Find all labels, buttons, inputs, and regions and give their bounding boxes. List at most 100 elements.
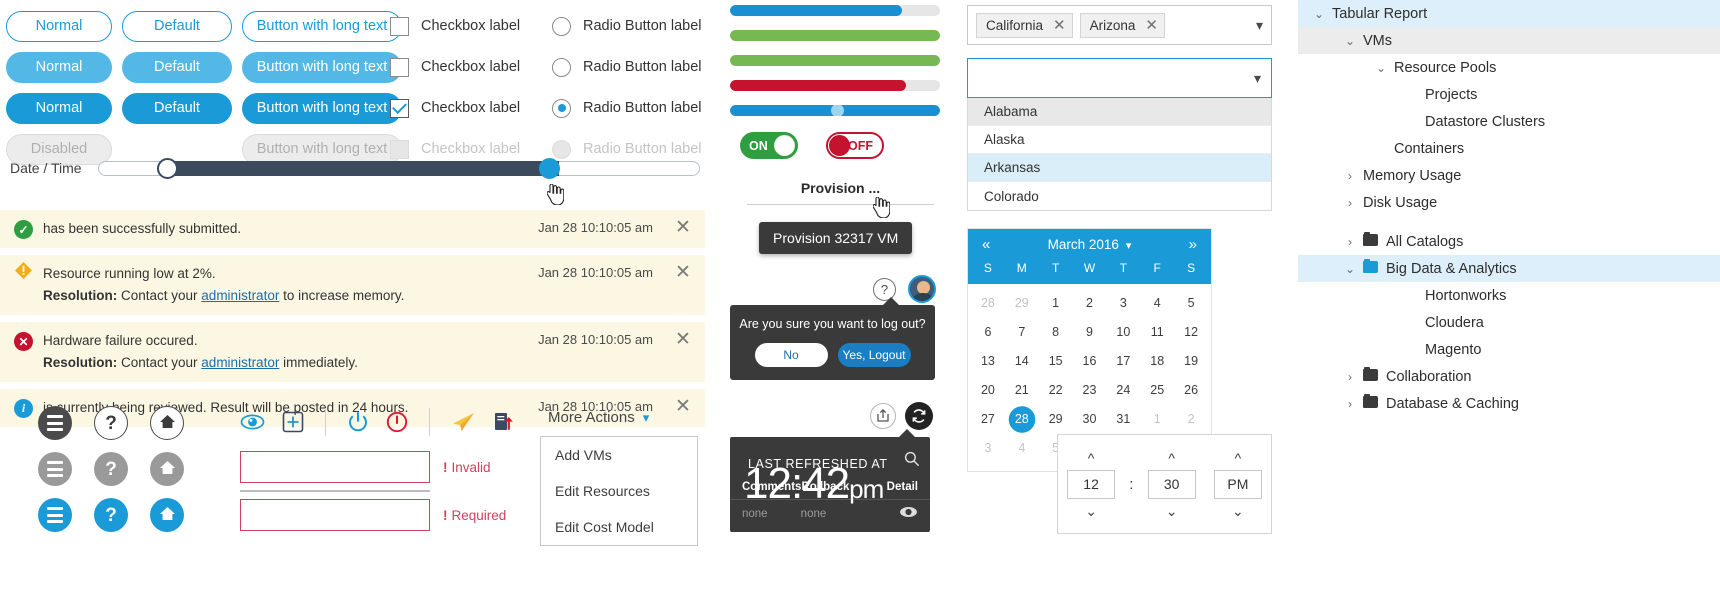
calendar-day[interactable]: 9 — [1073, 318, 1107, 347]
menu-item[interactable]: Edit Cost Model — [541, 509, 697, 545]
button-hover-0[interactable]: Normal — [6, 51, 112, 83]
calendar-day[interactable]: 20 — [971, 376, 1005, 405]
checkbox-input[interactable] — [390, 57, 409, 77]
calendar-day[interactable]: 1 — [1140, 405, 1174, 434]
select-field-open[interactable]: ▾ — [967, 58, 1272, 98]
button-outline-1[interactable]: Default — [122, 10, 232, 42]
calendar-day[interactable]: 28 — [971, 289, 1005, 318]
logout-no-button[interactable]: No — [754, 343, 828, 367]
chevron-down-icon[interactable]: ⌄ — [1166, 504, 1178, 518]
close-icon[interactable]: ✕ — [1053, 18, 1066, 33]
calendar-day[interactable]: 24 — [1106, 376, 1140, 405]
calendar-day[interactable]: 1 — [1039, 289, 1073, 318]
tree-item-memory-usage[interactable]: › Memory Usage — [1298, 162, 1720, 189]
chevron-right-icon[interactable]: › — [1343, 235, 1357, 249]
chevron-right-icon[interactable]: › — [1343, 370, 1357, 384]
select-option[interactable]: Alaska — [968, 126, 1271, 154]
tree-item-database-caching[interactable]: › Database & Caching — [1298, 390, 1720, 417]
tree-item-magento[interactable]: Magento — [1298, 336, 1720, 363]
minute-input[interactable]: 30 — [1147, 469, 1196, 499]
multi-select-field[interactable]: California ✕ Arizona ✕ ▾ — [967, 5, 1272, 45]
calendar-month-title[interactable]: March 2016 ▾ — [1048, 237, 1132, 252]
calendar-day[interactable]: 13 — [971, 347, 1005, 376]
calendar-day[interactable]: 11 — [1140, 318, 1174, 347]
progress-handle[interactable] — [830, 105, 844, 116]
radio-input[interactable] — [552, 16, 571, 36]
calendar-day[interactable]: 29 — [1005, 289, 1039, 318]
chevron-up-icon[interactable]: ^ — [1235, 451, 1242, 465]
checkbox-input[interactable] — [390, 16, 409, 36]
close-icon[interactable]: ✕ — [1145, 18, 1158, 33]
tree-item-collaboration[interactable]: › Collaboration — [1298, 363, 1720, 390]
button-hover-1[interactable]: Default — [122, 51, 232, 83]
menu-item[interactable]: Add VMs — [541, 437, 697, 473]
tree-item-vms[interactable]: ⌄ VMs — [1298, 27, 1720, 54]
hamburger-menu-icon[interactable] — [38, 498, 72, 532]
text-input-invalid[interactable] — [240, 451, 430, 483]
chevron-right-icon[interactable]: › — [1343, 169, 1357, 183]
home-icon[interactable] — [150, 406, 184, 440]
home-icon[interactable] — [150, 498, 184, 532]
home-icon[interactable] — [150, 452, 184, 486]
administrator-link[interactable]: administrator — [201, 288, 279, 303]
range-slider-track[interactable] — [98, 157, 700, 206]
close-icon[interactable]: ✕ — [671, 263, 695, 282]
calendar-day[interactable]: 26 — [1174, 376, 1208, 405]
chevron-right-icon[interactable]: › — [1343, 196, 1357, 210]
button-hover-2[interactable]: Button with long text — [242, 51, 402, 83]
calendar-day[interactable]: 14 — [1005, 347, 1039, 376]
calendar-next-button[interactable]: » — [1189, 236, 1197, 253]
send-paper-plane-icon[interactable] — [451, 411, 476, 433]
calendar-day[interactable]: 16 — [1073, 347, 1107, 376]
help-question-icon[interactable]: ? — [94, 498, 128, 532]
calendar-day[interactable]: 29 — [1039, 405, 1073, 434]
tree-item-hortonworks[interactable]: Hortonworks — [1298, 282, 1720, 309]
chevron-down-icon[interactable]: ▾ — [1254, 70, 1261, 87]
refresh-icon[interactable] — [905, 402, 933, 430]
power-icon[interactable] — [347, 411, 369, 433]
hamburger-menu-icon[interactable] — [38, 406, 72, 440]
chevron-down-icon[interactable]: ⌄ — [1312, 7, 1326, 21]
calendar-day[interactable]: 7 — [1005, 318, 1039, 347]
chevron-down-icon[interactable]: ⌄ — [1343, 34, 1357, 48]
help-question-icon[interactable]: ? — [94, 452, 128, 486]
toggle-switch-on[interactable]: ON — [740, 132, 798, 159]
calendar-day[interactable]: 4 — [1005, 434, 1039, 463]
select-option[interactable]: Arkansas — [968, 154, 1271, 182]
administrator-link[interactable]: administrator — [201, 355, 279, 370]
calendar-day-selected[interactable]: 28 — [1004, 405, 1039, 434]
calendar-day[interactable]: 21 — [1005, 376, 1039, 405]
radio-input[interactable] — [552, 57, 571, 77]
refresh-val-detail[interactable] — [859, 506, 918, 521]
hour-input[interactable]: 12 — [1067, 469, 1116, 499]
calendar-day[interactable]: 31 — [1106, 405, 1140, 434]
chevron-down-icon[interactable]: ⌄ — [1343, 262, 1357, 276]
calendar-prev-button[interactable]: « — [982, 236, 990, 253]
chevron-down-icon[interactable]: ⌄ — [1374, 61, 1388, 75]
hamburger-menu-icon[interactable] — [38, 452, 72, 486]
select-option[interactable]: Alabama — [968, 98, 1271, 126]
close-icon[interactable]: ✕ — [671, 218, 695, 237]
calendar-day[interactable]: 10 — [1106, 318, 1140, 347]
radio-input[interactable] — [552, 98, 571, 118]
range-slider-handle-left[interactable] — [157, 157, 178, 179]
button-outline-0[interactable]: Normal — [6, 10, 112, 42]
chevron-up-icon[interactable]: ^ — [1088, 451, 1095, 465]
text-input-required[interactable] — [240, 499, 430, 531]
checkbox-input[interactable] — [390, 98, 409, 118]
chevron-down-icon[interactable]: ⌄ — [1085, 504, 1097, 518]
calendar-day[interactable]: 15 — [1039, 347, 1073, 376]
range-slider-handle-right[interactable] — [539, 157, 560, 179]
tree-item-containers[interactable]: Containers — [1298, 135, 1720, 162]
meridiem-input[interactable]: PM — [1213, 469, 1262, 499]
calendar-day[interactable]: 27 — [971, 405, 1005, 434]
calendar-day[interactable]: 23 — [1073, 376, 1107, 405]
calendar-day[interactable]: 8 — [1039, 318, 1073, 347]
tree-item-tabular-report[interactable]: ⌄ Tabular Report — [1298, 0, 1720, 27]
tree-item-big-data-analytics[interactable]: ⌄ Big Data & Analytics — [1298, 255, 1720, 282]
chevron-down-icon[interactable]: ▾ — [1256, 17, 1263, 34]
chevron-down-icon[interactable]: ⌄ — [1232, 504, 1244, 518]
tree-item-datastore-clusters[interactable]: Datastore Clusters — [1298, 108, 1720, 135]
button-outline-2[interactable]: Button with long text — [242, 10, 402, 42]
calendar-day[interactable]: 12 — [1174, 318, 1208, 347]
